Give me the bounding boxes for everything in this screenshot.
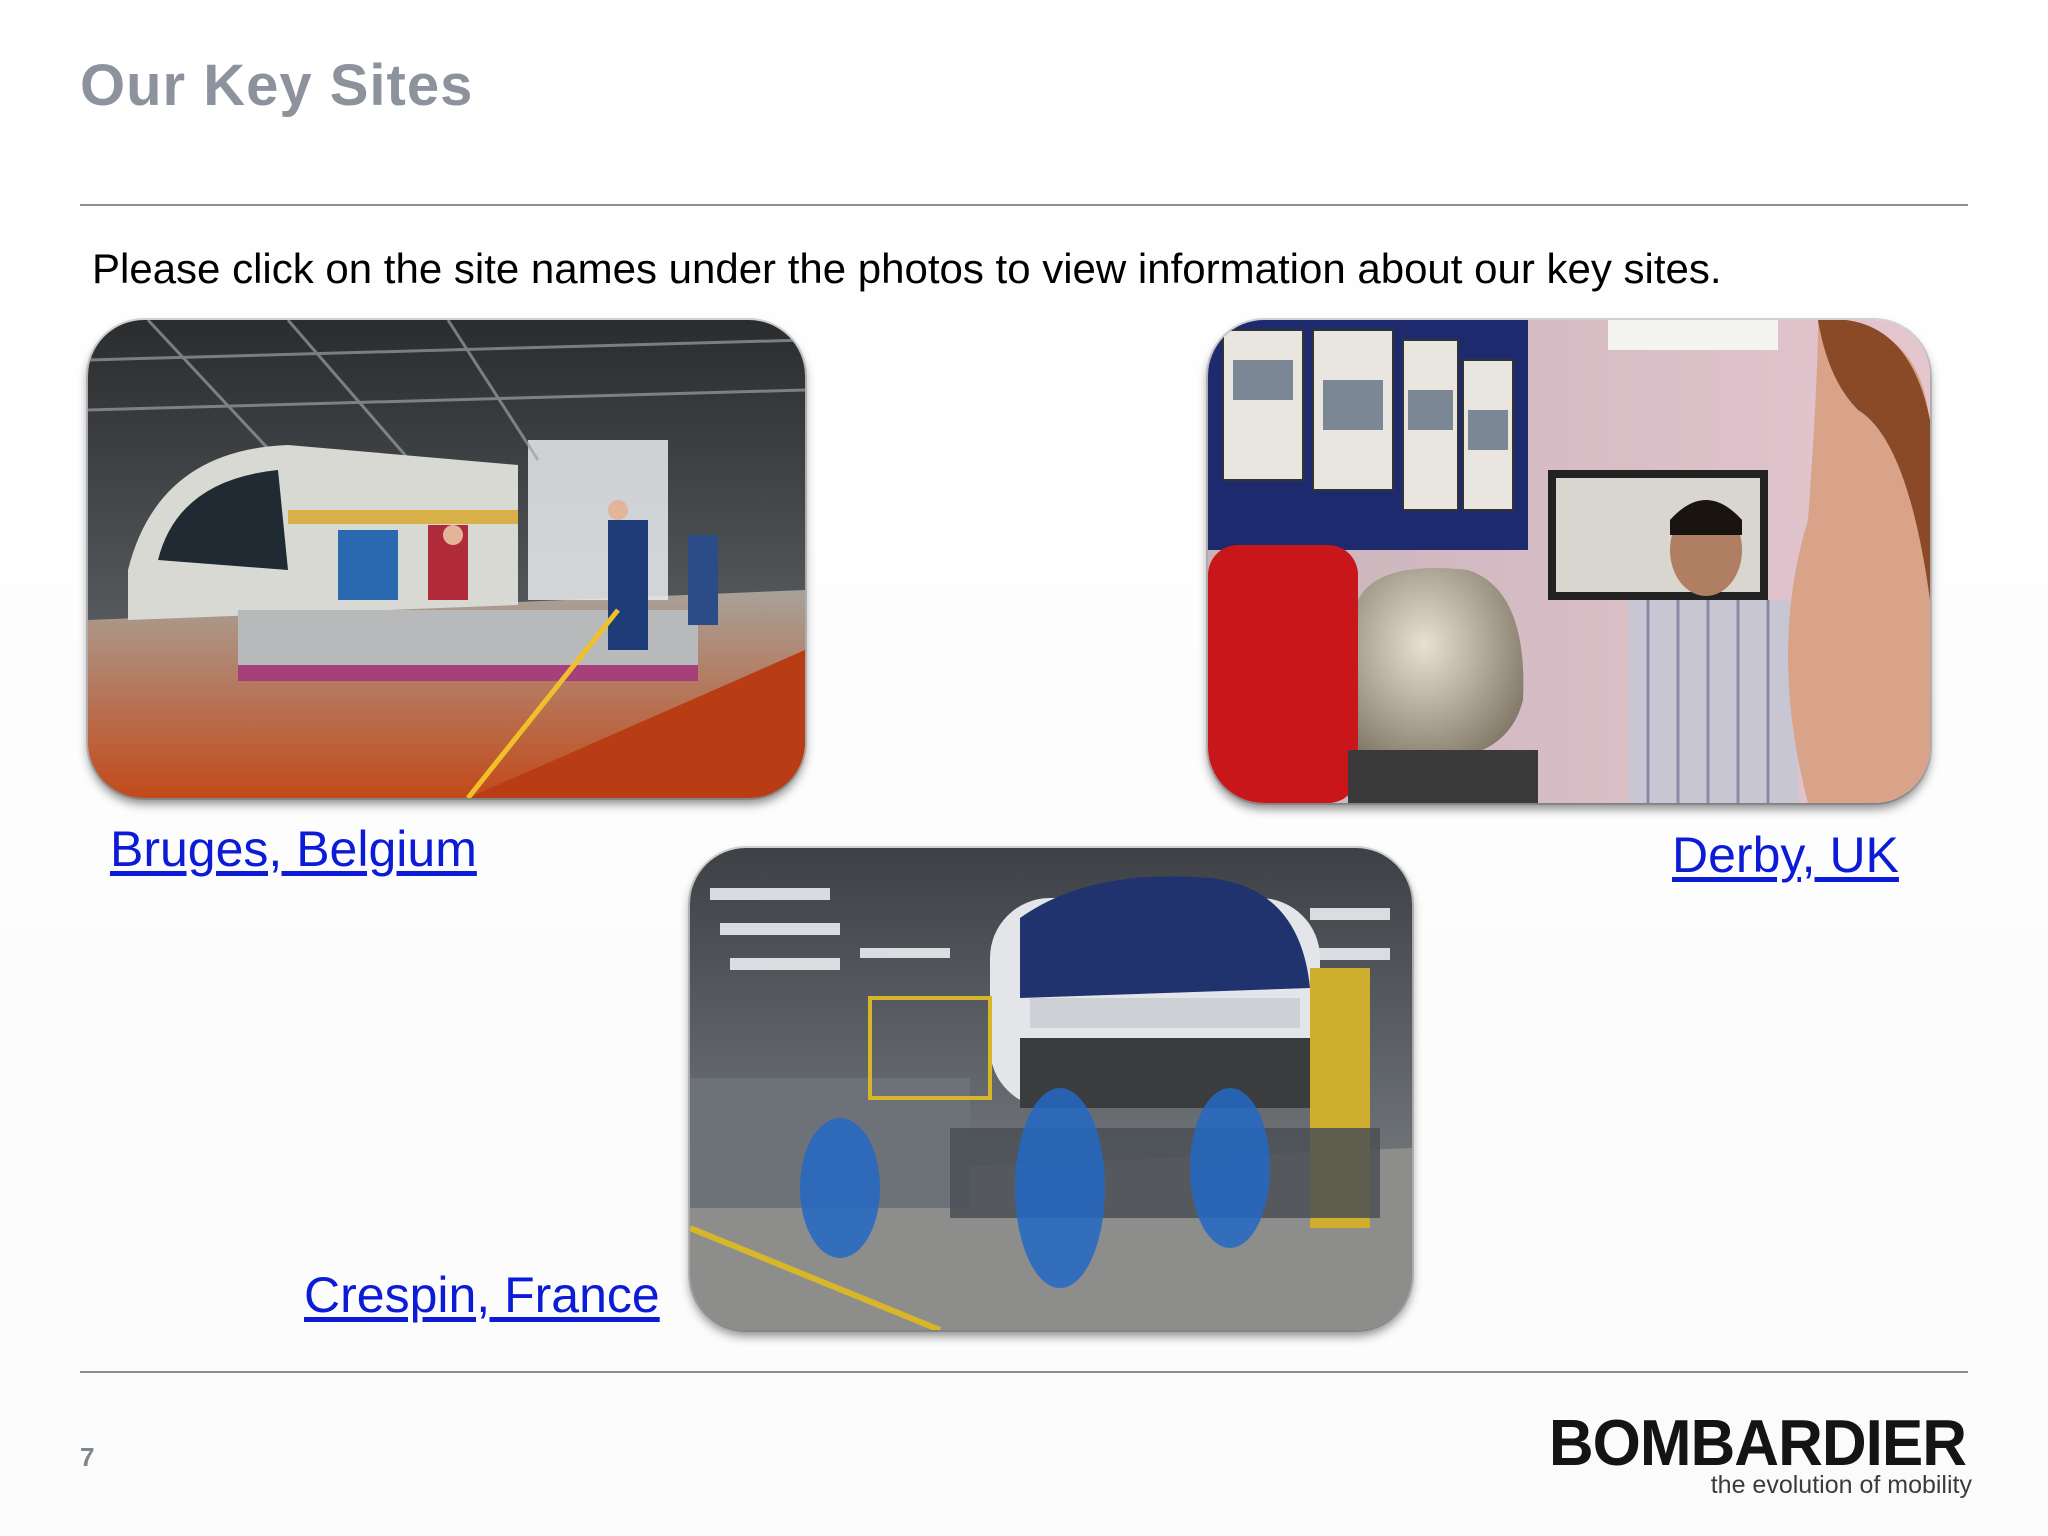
bruges-site-photo [88, 320, 805, 798]
page-number: 7 [80, 1442, 95, 1472]
slide: Our Key Sites Please click on the site n… [0, 0, 2048, 1536]
derby-site-photo [1208, 320, 1930, 803]
top-divider [80, 204, 1968, 206]
derby-site-link[interactable]: Derby, UK [1672, 826, 1899, 884]
bombardier-logo: BOMBARDIER the evolution of mobility [1549, 1407, 1972, 1499]
bruges-site-link[interactable]: Bruges, Belgium [110, 820, 477, 878]
crespin-site-photo [690, 848, 1412, 1330]
instruction-text: Please click on the site names under the… [92, 245, 1722, 292]
logo-brand: BOMBARDIER [1548, 1407, 1967, 1480]
bottom-divider [80, 1371, 1968, 1373]
crespin-site-link[interactable]: Crespin, France [304, 1266, 660, 1324]
slide-title: Our Key Sites [80, 53, 474, 118]
logo-tagline: the evolution of mobility [1710, 1471, 1972, 1499]
